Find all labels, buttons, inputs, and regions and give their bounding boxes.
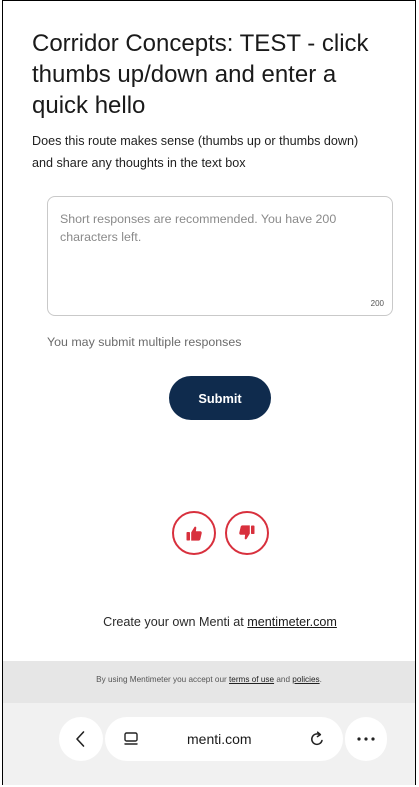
mentimeter-link[interactable]: mentimeter.com <box>247 615 337 629</box>
reload-icon[interactable] <box>308 730 326 748</box>
response-box: 200 <box>47 196 393 316</box>
chevron-left-icon <box>76 731 85 747</box>
page-title: Corridor Concepts: TEST - click thumbs u… <box>32 30 369 119</box>
terms-bar: By using Mentimeter you accept our terms… <box>3 661 415 703</box>
terms-prefix: By using Mentimeter you accept our <box>96 675 229 684</box>
more-button[interactable] <box>345 717 387 761</box>
thumbs-down-button[interactable] <box>225 511 269 555</box>
policies-link[interactable]: policies <box>292 675 319 684</box>
create-text: Create your own Menti at <box>103 615 248 629</box>
terms-text: By using Mentimeter you accept our terms… <box>3 675 415 684</box>
thumbs-up-button[interactable] <box>172 511 216 555</box>
character-counter: 200 <box>370 299 384 308</box>
multiple-responses-note: You may submit multiple responses <box>47 335 242 349</box>
question-text: Does this route makes sense (thumbs up o… <box>32 134 359 170</box>
tabs-icon[interactable] <box>123 731 139 747</box>
thumbs-up-icon <box>186 526 202 541</box>
terms-suffix: . <box>319 675 322 684</box>
response-input[interactable] <box>48 197 392 315</box>
back-button[interactable] <box>59 717 103 761</box>
url-text: menti.com <box>187 731 252 747</box>
submit-button[interactable]: Submit <box>169 376 271 420</box>
more-icon <box>357 737 375 741</box>
terms-and: and <box>274 675 293 684</box>
terms-of-use-link[interactable]: terms of use <box>229 675 274 684</box>
browser-toolbar: menti.com <box>3 703 415 785</box>
address-bar[interactable]: menti.com <box>105 717 343 761</box>
thumbs-down-icon <box>239 525 255 540</box>
create-own-menti: Create your own Menti at mentimeter.com <box>0 615 419 629</box>
